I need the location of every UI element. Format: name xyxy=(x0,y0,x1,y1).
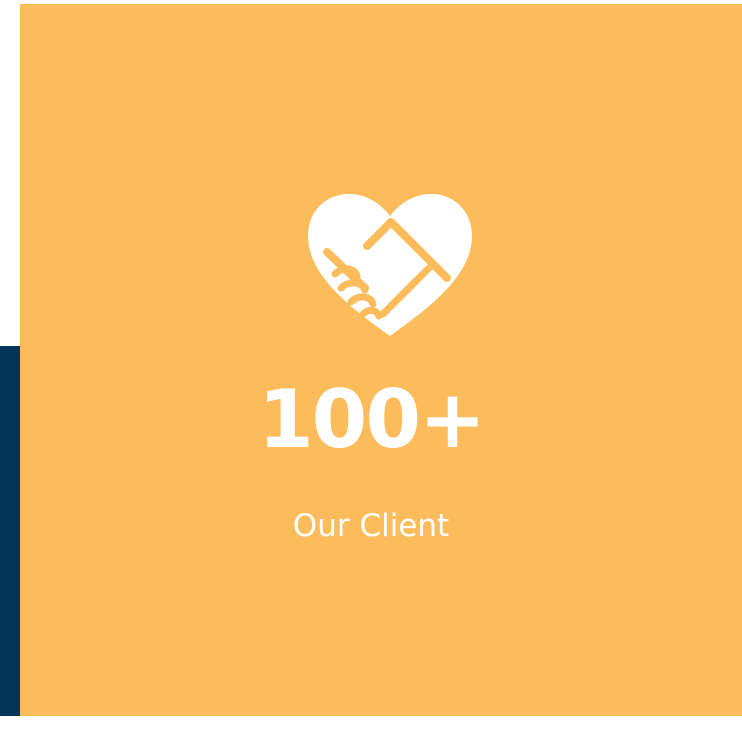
stat-card xyxy=(20,4,742,716)
stat-number: 100+ xyxy=(257,373,486,466)
stat-label: Our Client xyxy=(292,508,450,544)
handshake-heart-icon xyxy=(305,190,475,340)
page: 100+ Our Client xyxy=(0,0,742,744)
